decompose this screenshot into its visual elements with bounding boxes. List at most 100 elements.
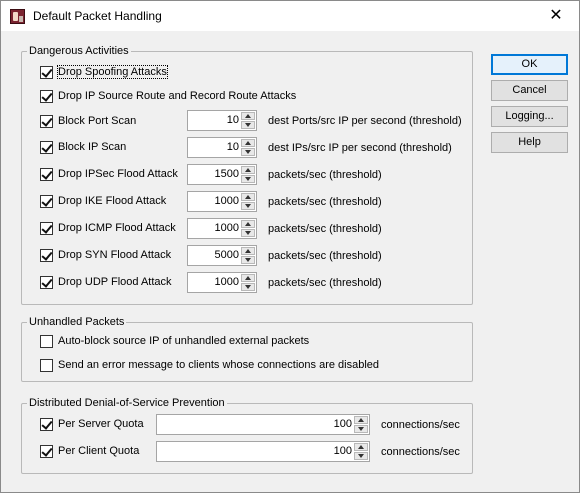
per-client-quota-unit: connections/sec xyxy=(381,446,460,458)
spinner-down-icon[interactable] xyxy=(241,229,255,237)
per-server-quota-label[interactable]: Per Server Quota xyxy=(58,418,144,430)
udp-flood-threshold-value[interactable]: 1000 xyxy=(215,276,239,288)
spinner-up-icon[interactable] xyxy=(241,193,255,201)
spinner-arrows[interactable] xyxy=(241,193,255,210)
ike-flood-label[interactable]: Drop IKE Flood Attack xyxy=(58,195,166,207)
udp-flood-threshold-input[interactable]: 1000 xyxy=(187,272,257,293)
per-client-quota-value[interactable]: 100 xyxy=(334,445,352,457)
syn-flood-row[interactable]: Drop SYN Flood Attack xyxy=(40,248,190,264)
spinner-down-icon[interactable] xyxy=(354,425,368,433)
udp-flood-checkbox[interactable] xyxy=(40,276,53,289)
auto-block-label[interactable]: Auto-block source IP of unhandled extern… xyxy=(58,335,309,347)
syn-flood-threshold-input[interactable]: 5000 xyxy=(187,245,257,266)
port-scan-threshold-input[interactable]: 10 xyxy=(187,110,257,131)
spinner-arrows[interactable] xyxy=(354,443,368,460)
block-ip-scan-checkbox[interactable] xyxy=(40,141,53,154)
block-port-scan-checkbox[interactable] xyxy=(40,115,53,128)
spinner-arrows[interactable] xyxy=(241,166,255,183)
send-error-row[interactable]: Send an error message to clients whose c… xyxy=(40,358,460,374)
per-server-quota-value[interactable]: 100 xyxy=(334,418,352,430)
spinner-up-icon[interactable] xyxy=(241,112,255,120)
icmp-flood-label[interactable]: Drop ICMP Flood Attack xyxy=(58,222,176,234)
logging-button[interactable]: Logging... xyxy=(491,106,568,127)
icmp-flood-threshold-input[interactable]: 1000 xyxy=(187,218,257,239)
drop-spoofing-label[interactable]: Drop Spoofing Attacks xyxy=(57,65,168,79)
block-ip-scan-label[interactable]: Block IP Scan xyxy=(58,141,126,153)
spinner-arrows[interactable] xyxy=(241,112,255,129)
udp-flood-unit: packets/sec (threshold) xyxy=(268,277,382,289)
block-ip-scan-row[interactable]: Block IP Scan xyxy=(40,140,190,156)
ike-flood-threshold-value[interactable]: 1000 xyxy=(215,195,239,207)
per-server-quota-row[interactable]: Per Server Quota xyxy=(40,417,160,433)
drop-ip-source-route-label[interactable]: Drop IP Source Route and Record Route At… xyxy=(58,90,296,102)
port-scan-threshold-value[interactable]: 10 xyxy=(227,114,239,126)
spinner-up-icon[interactable] xyxy=(241,274,255,282)
icmp-flood-threshold-value[interactable]: 1000 xyxy=(215,222,239,234)
dangerous-activities-group: Dangerous Activities Drop Spoofing Attac… xyxy=(21,44,473,305)
block-port-scan-label[interactable]: Block Port Scan xyxy=(58,115,136,127)
unhandled-packets-legend: Unhandled Packets xyxy=(27,315,127,329)
ddos-prevention-legend: Distributed Denial-of-Service Prevention xyxy=(27,396,227,410)
udp-flood-label[interactable]: Drop UDP Flood Attack xyxy=(58,276,172,288)
dialog-window: Default Packet Handling ✕ Dangerous Acti… xyxy=(0,0,580,493)
spinner-up-icon[interactable] xyxy=(354,416,368,424)
syn-flood-label[interactable]: Drop SYN Flood Attack xyxy=(58,249,171,261)
spinner-arrows[interactable] xyxy=(241,274,255,291)
spinner-arrows[interactable] xyxy=(241,139,255,156)
syn-flood-threshold-value[interactable]: 5000 xyxy=(215,249,239,261)
spinner-down-icon[interactable] xyxy=(241,175,255,183)
block-port-scan-row[interactable]: Block Port Scan xyxy=(40,114,190,130)
per-client-quota-label[interactable]: Per Client Quota xyxy=(58,445,139,457)
spinner-down-icon[interactable] xyxy=(241,148,255,156)
per-server-quota-checkbox[interactable] xyxy=(40,418,53,431)
drop-ip-source-route-checkbox[interactable] xyxy=(40,90,53,103)
auto-block-checkbox[interactable] xyxy=(40,335,53,348)
spinner-arrows[interactable] xyxy=(241,247,255,264)
spinner-down-icon[interactable] xyxy=(241,283,255,291)
ipsec-flood-threshold-input[interactable]: 1500 xyxy=(187,164,257,185)
drop-spoofing-row[interactable]: Drop Spoofing Attacks xyxy=(40,65,340,81)
send-error-checkbox[interactable] xyxy=(40,359,53,372)
ike-flood-threshold-input[interactable]: 1000 xyxy=(187,191,257,212)
spinner-arrows[interactable] xyxy=(354,416,368,433)
spinner-up-icon[interactable] xyxy=(241,247,255,255)
spinner-down-icon[interactable] xyxy=(241,202,255,210)
ip-scan-threshold-value[interactable]: 10 xyxy=(227,141,239,153)
ike-flood-checkbox[interactable] xyxy=(40,195,53,208)
spinner-arrows[interactable] xyxy=(241,220,255,237)
syn-flood-unit: packets/sec (threshold) xyxy=(268,250,382,262)
spinner-down-icon[interactable] xyxy=(354,452,368,460)
per-client-quota-row[interactable]: Per Client Quota xyxy=(40,444,160,460)
ok-button[interactable]: OK xyxy=(491,54,568,75)
spinner-up-icon[interactable] xyxy=(241,166,255,174)
per-server-quota-unit: connections/sec xyxy=(381,419,460,431)
ipsec-flood-checkbox[interactable] xyxy=(40,168,53,181)
icmp-flood-row[interactable]: Drop ICMP Flood Attack xyxy=(40,221,190,237)
ip-scan-threshold-input[interactable]: 10 xyxy=(187,137,257,158)
ipsec-flood-threshold-value[interactable]: 1500 xyxy=(215,168,239,180)
udp-flood-row[interactable]: Drop UDP Flood Attack xyxy=(40,275,190,291)
ike-flood-row[interactable]: Drop IKE Flood Attack xyxy=(40,194,190,210)
auto-block-row[interactable]: Auto-block source IP of unhandled extern… xyxy=(40,334,440,350)
send-error-label[interactable]: Send an error message to clients whose c… xyxy=(58,359,379,371)
per-client-quota-checkbox[interactable] xyxy=(40,445,53,458)
spinner-up-icon[interactable] xyxy=(241,139,255,147)
help-button[interactable]: Help xyxy=(491,132,568,153)
spinner-down-icon[interactable] xyxy=(241,121,255,129)
ipsec-flood-row[interactable]: Drop IPSec Flood Attack xyxy=(40,167,190,183)
unhandled-packets-group: Unhandled Packets Auto-block source IP o… xyxy=(21,315,473,382)
drop-ip-source-route-row[interactable]: Drop IP Source Route and Record Route At… xyxy=(40,89,440,105)
icmp-flood-checkbox[interactable] xyxy=(40,222,53,235)
spinner-down-icon[interactable] xyxy=(241,256,255,264)
syn-flood-checkbox[interactable] xyxy=(40,249,53,262)
ipsec-flood-unit: packets/sec (threshold) xyxy=(268,169,382,181)
spinner-up-icon[interactable] xyxy=(241,220,255,228)
drop-spoofing-checkbox[interactable] xyxy=(40,66,53,79)
ipsec-flood-label[interactable]: Drop IPSec Flood Attack xyxy=(58,168,178,180)
close-button[interactable]: ✕ xyxy=(533,1,579,31)
per-client-quota-input[interactable]: 100 xyxy=(156,441,370,462)
spinner-up-icon[interactable] xyxy=(354,443,368,451)
per-server-quota-input[interactable]: 100 xyxy=(156,414,370,435)
cancel-button[interactable]: Cancel xyxy=(491,80,568,101)
title-bar[interactable]: Default Packet Handling ✕ xyxy=(1,1,579,31)
